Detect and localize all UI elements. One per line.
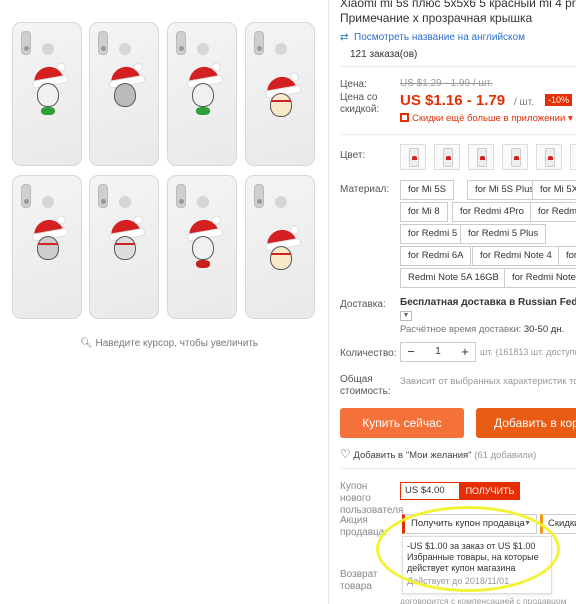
discount-price-label: Цена со скидкой: [340,92,380,115]
color-swatch[interactable] [570,144,576,170]
gallery-thumb-sheep[interactable] [12,22,82,166]
material-option[interactable]: for Mi 8 [400,202,448,222]
material-option[interactable]: for Mi 5S Plus [467,180,543,200]
zoom-hint: 🔍︎ Наведите курсор, чтобы увеличить [80,338,258,349]
qr-code-icon [400,113,409,122]
title-line-2: Примечание х прозрачная крышка [340,11,533,25]
heart-icon: ♡ [340,447,351,461]
gallery-thumb-cat-white[interactable] [167,175,237,319]
material-option[interactable]: for Redmi Note [504,268,576,288]
wishlist-text: Добавить в "Мои желания" [353,450,472,461]
wishlist-count: (61 добавили) [474,450,537,461]
add-to-cart-button[interactable]: Добавить в корзину [476,408,576,438]
divider [340,66,576,67]
annotation-highlight [376,506,560,592]
app-discount-link[interactable]: Скидки ещё больше в приложении ▾ [400,113,573,124]
color-swatch[interactable] [434,144,460,170]
column-divider [328,0,329,604]
total-label: Общая стоимость: [340,374,391,397]
translate-link[interactable]: ⇄ Посмотреть название на английском [340,32,525,43]
chevron-down-icon: ▾ [567,113,573,124]
color-label: Цвет: [340,150,366,161]
stock-text: шт. (161813 шт. доступно) [480,347,576,357]
discount-price: US $1.16 - 1.79 [400,92,506,109]
quantity-input[interactable]: 1 [421,343,455,361]
material-option[interactable]: for Redmi Note 4 [472,246,560,266]
magnifier-icon: 🔍︎ [80,338,93,349]
delivery-dropdown-icon[interactable]: ▼ [400,311,412,321]
old-price: US $1.29 - 1.99 / шт. [400,78,493,89]
delivery-text: Бесплатная доставка в Russian Federation [400,297,576,308]
translate-icon: ⇄ [340,32,349,43]
material-option[interactable]: for Redmi 5 [400,224,466,244]
quantity-plus-button[interactable]: + [455,343,475,361]
gallery-thumb-giraffe[interactable] [245,22,315,166]
eta-value: 30-50 дн. [523,324,565,335]
title-line-1: Xiaomi mi 5s плюс 5x5x6 5 красный mi 4 p… [340,0,576,10]
quantity-stepper: − 1 + [400,342,476,362]
divider [340,134,576,135]
color-swatch[interactable] [400,144,426,170]
zoom-hint-text: Наведите курсор, чтобы увеличить [95,338,259,349]
wishlist-link[interactable]: ♡ Добавить в "Мои желания" (61 добавили) [340,447,536,461]
total-note: Зависит от выбранных характеристик товар… [400,376,576,387]
gallery-thumb-owl[interactable] [12,175,82,319]
buy-now-button[interactable]: Купить сейчас [340,408,464,438]
delivery-eta: Расчётное время доставки: 30-50 дн. [400,324,564,335]
material-option[interactable]: for Redmi [530,202,576,222]
material-option[interactable]: for Redmi 6A [400,246,472,266]
translate-link-text: Посмотреть название на английском [354,32,525,43]
quantity-label: Количество: [340,348,397,359]
material-option[interactable]: Redmi Note 5A 16GB [400,268,507,288]
image-gallery: 🔍︎ Наведите курсор, чтобы увеличить [0,0,326,604]
price-label: Цена: [340,79,367,90]
new-user-coupon-label: Купон нового пользователя [340,481,404,516]
material-label: Материал: [340,184,390,195]
divider [340,468,576,469]
color-swatch[interactable] [502,144,528,170]
price-unit: / шт. [514,97,534,108]
orders-count: 121 заказа(ов) [350,49,418,60]
material-option[interactable]: for Mi 5X [532,180,576,200]
gallery-thumb-giraffe-2[interactable] [245,175,315,319]
delivery-label: Доставка: [340,299,386,310]
product-page: 🔍︎ Наведите курсор, чтобы увеличить Xiao… [0,0,576,604]
new-user-coupon-value: US $4.00 [400,482,460,500]
return-label: Возврат товара [340,569,378,592]
return-text: договорится с компенсацией с продавцом [400,596,567,604]
material-option[interactable]: for Redmi 5 Plus [460,224,547,244]
material-option[interactable]: for Redmi 4Pro [452,202,532,222]
app-discount-text: Скидки ещё больше в приложении [412,113,566,124]
eta-prefix: Расчётное время доставки: [400,324,522,335]
gallery-thumb-cat[interactable] [89,175,159,319]
material-option[interactable]: for Mi 5S [400,180,455,200]
gallery-thumb-monkey[interactable] [89,22,159,166]
color-swatch[interactable] [536,144,562,170]
quantity-minus-button[interactable]: − [401,343,421,361]
discount-badge: -10% [545,94,573,106]
color-swatch[interactable] [468,144,494,170]
get-coupon-button[interactable]: ПОЛУЧИТЬ [460,482,520,500]
product-title: Xiaomi mi 5s плюс 5x5x6 5 красный mi 4 p… [340,0,576,26]
material-option[interactable]: for Redmi [558,246,576,266]
gallery-thumb-dog[interactable] [167,22,237,166]
